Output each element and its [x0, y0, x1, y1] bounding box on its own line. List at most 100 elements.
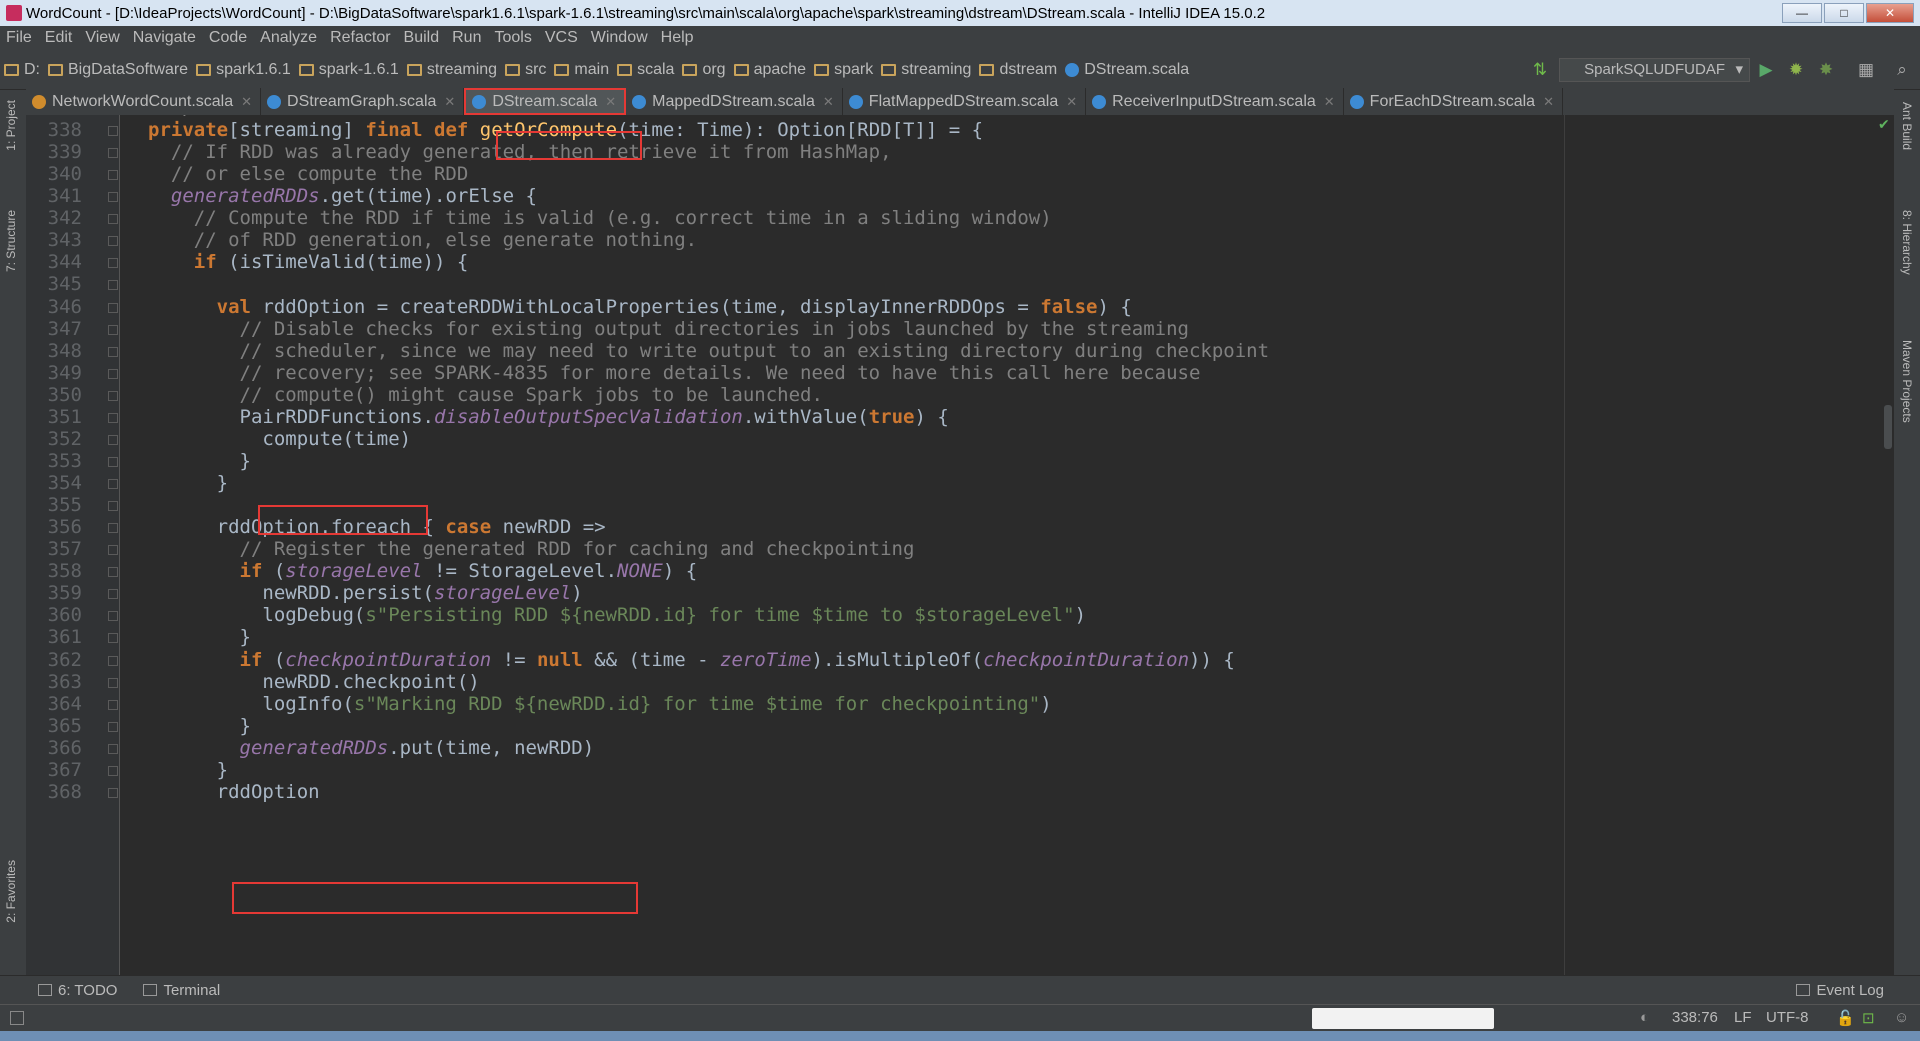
- fold-marker-icon[interactable]: [108, 633, 118, 644]
- fold-marker-icon[interactable]: [108, 170, 118, 181]
- fold-marker-icon[interactable]: [108, 479, 118, 490]
- fold-marker-icon[interactable]: [108, 787, 118, 798]
- breadcrumb-item[interactable]: spark-1.6.1: [295, 61, 403, 79]
- fold-marker-icon[interactable]: [108, 368, 118, 379]
- event-log-button[interactable]: Event Log: [1796, 982, 1884, 999]
- tab-foreachdstream[interactable]: ForEachDStream.scala ✕: [1344, 88, 1563, 115]
- tool-windows-icon[interactable]: [10, 1011, 24, 1025]
- fold-marker-icon[interactable]: [108, 699, 118, 710]
- tool-ant-build[interactable]: Ant Build: [1900, 102, 1914, 150]
- fold-marker-icon[interactable]: [108, 192, 118, 203]
- close-button[interactable]: ✕: [1866, 3, 1914, 23]
- tool-structure[interactable]: 7: Structure: [4, 210, 18, 272]
- coverage-icon[interactable]: ✸: [1816, 60, 1836, 80]
- tab-receiverinputdstream[interactable]: ReceiverInputDStream.scala ✕: [1086, 88, 1344, 115]
- menu-help[interactable]: Help: [655, 29, 701, 47]
- fold-marker-icon[interactable]: [108, 721, 118, 732]
- debug-icon[interactable]: ✹: [1786, 60, 1806, 80]
- breadcrumb-item[interactable]: main: [550, 61, 613, 79]
- terminal-status-icon[interactable]: ⊡: [1862, 1009, 1875, 1027]
- code-editor[interactable]: ✔ 337 */338private[streaming] final def …: [26, 115, 1894, 975]
- tab-dstream[interactable]: DStream.scala ✕: [464, 88, 627, 115]
- fold-marker-icon[interactable]: [108, 589, 118, 600]
- fold-marker-icon[interactable]: [108, 324, 118, 335]
- close-tab-icon[interactable]: ✕: [823, 94, 834, 110]
- breadcrumb-item[interactable]: D:: [0, 61, 44, 79]
- fold-marker-icon[interactable]: [108, 280, 118, 291]
- fold-marker-icon[interactable]: [108, 677, 118, 688]
- file-encoding[interactable]: UTF-8: [1766, 1009, 1809, 1026]
- inspector-icon[interactable]: ☺: [1894, 1009, 1909, 1026]
- fold-marker-icon[interactable]: [108, 545, 118, 556]
- project-structure-icon[interactable]: ▦: [1856, 60, 1876, 80]
- close-tab-icon[interactable]: ✕: [1543, 94, 1554, 110]
- breadcrumb-item[interactable]: spark: [810, 61, 877, 79]
- fold-marker-icon[interactable]: [108, 236, 118, 247]
- todo-tool-button[interactable]: 6: TODO: [38, 982, 117, 999]
- tool-hierarchy[interactable]: 8: Hierarchy: [1900, 210, 1914, 275]
- search-icon[interactable]: ⌕: [1892, 60, 1912, 80]
- breadcrumb-item[interactable]: apache: [730, 61, 811, 79]
- editor-scrollbar[interactable]: [1884, 405, 1892, 449]
- fold-marker-icon[interactable]: [108, 258, 118, 269]
- close-tab-icon[interactable]: ✕: [605, 94, 616, 110]
- fold-marker-icon[interactable]: [108, 390, 118, 401]
- fold-marker-icon[interactable]: [108, 523, 118, 534]
- tab-mappeddstream[interactable]: MappedDStream.scala ✕: [626, 88, 843, 115]
- menu-code[interactable]: Code: [203, 29, 254, 47]
- close-tab-icon[interactable]: ✕: [444, 94, 455, 110]
- menu-file[interactable]: File: [0, 29, 39, 47]
- close-tab-icon[interactable]: ✕: [241, 94, 252, 110]
- menu-vcs[interactable]: VCS: [539, 29, 585, 47]
- fold-marker-icon[interactable]: [108, 655, 118, 666]
- breadcrumb-item[interactable]: streaming: [403, 61, 501, 79]
- tool-project[interactable]: 1: Project: [4, 100, 18, 151]
- breadcrumb-item[interactable]: streaming: [877, 61, 975, 79]
- menu-window[interactable]: Window: [585, 29, 655, 47]
- code-line[interactable]: 368 rddOption: [26, 779, 1826, 806]
- tool-favorites[interactable]: 2: Favorites: [4, 860, 18, 923]
- fold-marker-icon[interactable]: [108, 567, 118, 578]
- close-tab-icon[interactable]: ✕: [1324, 94, 1335, 110]
- breadcrumb-item[interactable]: org: [678, 61, 729, 79]
- lock-icon[interactable]: 🔓: [1836, 1009, 1855, 1027]
- tab-flatmappeddstream[interactable]: FlatMappedDStream.scala ✕: [843, 88, 1087, 115]
- fold-marker-icon[interactable]: [108, 302, 118, 313]
- fold-marker-icon[interactable]: [108, 743, 118, 754]
- close-tab-icon[interactable]: ✕: [1066, 94, 1077, 110]
- minimize-button[interactable]: —: [1782, 3, 1822, 23]
- fold-marker-icon[interactable]: [108, 501, 118, 512]
- menu-edit[interactable]: Edit: [39, 29, 80, 47]
- breadcrumb-item[interactable]: dstream: [975, 61, 1061, 79]
- menu-refactor[interactable]: Refactor: [324, 29, 397, 47]
- fold-marker-icon[interactable]: [108, 434, 118, 445]
- breadcrumb-item[interactable]: DStream.scala: [1061, 61, 1193, 79]
- breadcrumb-item[interactable]: BigDataSoftware: [44, 61, 192, 79]
- breadcrumb-item[interactable]: src: [501, 61, 550, 79]
- input-method-toolbar[interactable]: [1312, 1008, 1494, 1029]
- fold-marker-icon[interactable]: [108, 456, 118, 467]
- fold-marker-icon[interactable]: [108, 765, 118, 776]
- fold-marker-icon[interactable]: [108, 214, 118, 225]
- menu-build[interactable]: Build: [398, 29, 447, 47]
- tab-networkwordcount[interactable]: NetworkWordCount.scala ✕: [26, 88, 262, 115]
- breadcrumb-item[interactable]: spark1.6.1: [192, 61, 295, 79]
- menu-view[interactable]: View: [79, 29, 126, 47]
- menu-analyze[interactable]: Analyze: [254, 29, 324, 47]
- menu-tools[interactable]: Tools: [488, 29, 538, 47]
- breadcrumb-item[interactable]: scala: [613, 61, 678, 79]
- tool-maven-projects[interactable]: Maven Projects: [1900, 340, 1914, 423]
- fold-marker-icon[interactable]: [108, 346, 118, 357]
- tab-dstreamgraph[interactable]: DStreamGraph.scala ✕: [261, 88, 465, 115]
- maximize-button[interactable]: □: [1824, 3, 1864, 23]
- caret-position[interactable]: 338:76: [1672, 1009, 1718, 1026]
- run-configuration-select[interactable]: SparkSQLUDFUDAF: [1559, 58, 1750, 82]
- fold-marker-icon[interactable]: [108, 611, 118, 622]
- run-icon[interactable]: ▶: [1756, 60, 1776, 80]
- menu-navigate[interactable]: Navigate: [127, 29, 203, 47]
- sort-down-icon[interactable]: ⇅: [1530, 60, 1550, 80]
- fold-marker-icon[interactable]: [108, 126, 118, 137]
- terminal-tool-button[interactable]: Terminal: [143, 982, 220, 999]
- menu-run[interactable]: Run: [446, 29, 488, 47]
- fold-marker-icon[interactable]: [108, 148, 118, 159]
